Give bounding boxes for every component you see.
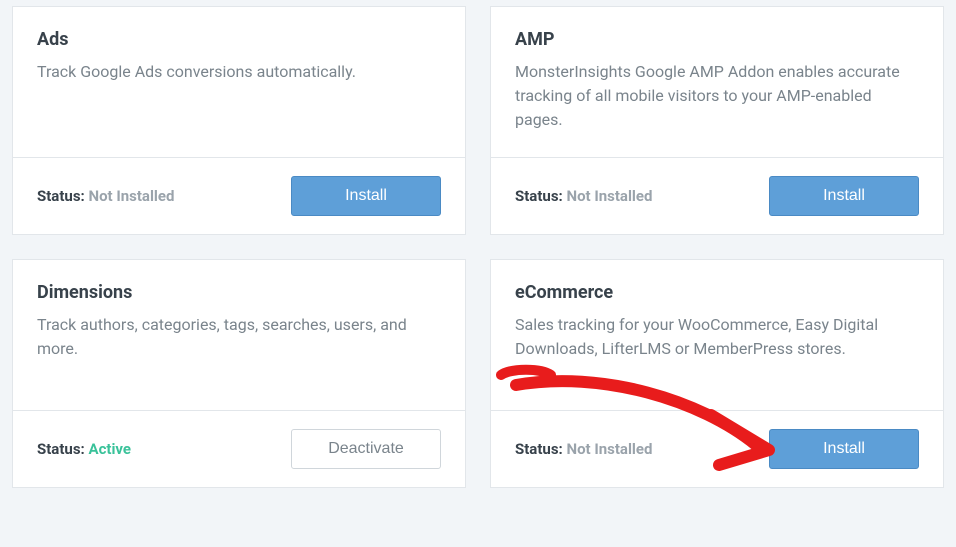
status-value: Not Installed [88, 187, 174, 205]
card-body: Ads Track Google Ads conversions automat… [13, 7, 465, 157]
card-footer: Status: Not Installed Install [491, 410, 943, 487]
addon-description: Track Google Ads conversions automatical… [37, 60, 441, 84]
status-label-wrap: Status: Active [37, 440, 131, 458]
addon-card-dimensions: Dimensions Track authors, categories, ta… [12, 259, 466, 488]
status-label-wrap: Status: Not Installed [37, 187, 174, 205]
card-footer: Status: Active Deactivate [13, 410, 465, 487]
status-label-wrap: Status: Not Installed [515, 440, 652, 458]
addon-title: Ads [37, 29, 441, 50]
status-label: Status: [37, 187, 85, 205]
addons-grid: Ads Track Google Ads conversions automat… [0, 0, 956, 494]
addon-title: AMP [515, 29, 919, 50]
addon-description: Sales tracking for your WooCommerce, Eas… [515, 313, 919, 361]
install-button[interactable]: Install [769, 176, 919, 216]
card-body: AMP MonsterInsights Google AMP Addon ena… [491, 7, 943, 157]
card-body: eCommerce Sales tracking for your WooCom… [491, 260, 943, 410]
status-value: Active [88, 440, 131, 458]
status-value: Not Installed [566, 440, 652, 458]
status-label: Status: [37, 440, 85, 458]
deactivate-button[interactable]: Deactivate [291, 429, 441, 469]
status-label: Status: [515, 440, 563, 458]
card-footer: Status: Not Installed Install [491, 157, 943, 234]
install-button[interactable]: Install [769, 429, 919, 469]
addon-description: Track authors, categories, tags, searche… [37, 313, 441, 361]
addon-description: MonsterInsights Google AMP Addon enables… [515, 60, 919, 132]
addon-card-amp: AMP MonsterInsights Google AMP Addon ena… [490, 6, 944, 235]
addon-card-ecommerce: eCommerce Sales tracking for your WooCom… [490, 259, 944, 488]
addon-title: Dimensions [37, 282, 441, 303]
install-button[interactable]: Install [291, 176, 441, 216]
addon-card-ads: Ads Track Google Ads conversions automat… [12, 6, 466, 235]
status-label: Status: [515, 187, 563, 205]
status-value: Not Installed [566, 187, 652, 205]
card-body: Dimensions Track authors, categories, ta… [13, 260, 465, 410]
status-label-wrap: Status: Not Installed [515, 187, 652, 205]
card-footer: Status: Not Installed Install [13, 157, 465, 234]
addon-title: eCommerce [515, 282, 919, 303]
